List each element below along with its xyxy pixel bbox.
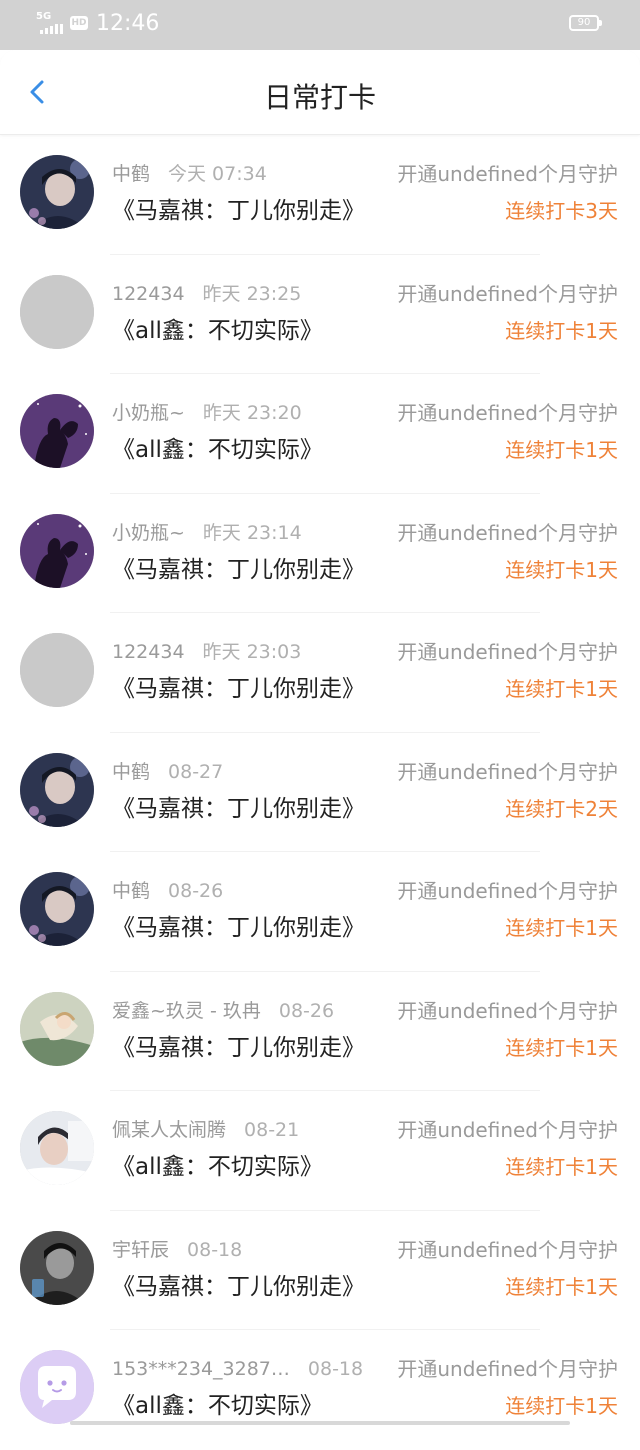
avatar[interactable] bbox=[20, 513, 94, 588]
streak-count: 连续打卡1天 bbox=[505, 677, 618, 701]
checkin-time: 昨天 23:25 bbox=[202, 282, 302, 305]
avatar[interactable] bbox=[20, 991, 94, 1066]
user-name[interactable]: 小奶瓶~ bbox=[112, 400, 185, 426]
avatar[interactable] bbox=[20, 872, 94, 946]
guard-info: 开通undefined个月守护 bbox=[397, 998, 618, 1023]
checkin-list: 中鹤 今天 07:34 开通undefined个月守护 《马嘉祺：丁儿你别走》 连续打卡… bbox=[0, 135, 640, 1450]
checkin-time: 08-27 bbox=[168, 760, 224, 783]
checkin-time: 08-21 bbox=[244, 1119, 300, 1141]
checkin-item[interactable]: 122434 昨天 23:25 开通undefined个月守护《all鑫：不切实际》… bbox=[0, 255, 640, 374]
checkin-item[interactable]: 小奶瓶~ 昨天 23:20 开通undefined个月守护《all鑫：不切实际》 连续… bbox=[0, 374, 640, 494]
user-name[interactable]: 中鹤 bbox=[112, 878, 150, 904]
avatar[interactable] bbox=[20, 633, 94, 707]
streak-count: 连续打卡2天 bbox=[505, 796, 618, 821]
avatar[interactable] bbox=[20, 274, 94, 349]
guard-info: 开通undefined个月守护 bbox=[397, 281, 618, 306]
user-name[interactable]: 小奶瓶~ bbox=[112, 520, 185, 546]
checkin-time: 昨天 23:14 bbox=[202, 521, 302, 544]
hd-icon: HD bbox=[70, 16, 88, 30]
user-name[interactable]: 122434 bbox=[112, 639, 185, 665]
guard-info: 开通undefined个月守护 bbox=[397, 401, 618, 425]
avatar[interactable] bbox=[20, 394, 94, 468]
user-name[interactable]: 中鹤 bbox=[112, 759, 150, 785]
guard-info: 开通undefined个月守护 bbox=[397, 1237, 618, 1262]
avatar[interactable] bbox=[20, 1230, 94, 1305]
guard-info: 开通undefined个月守护 bbox=[397, 1357, 618, 1381]
signal-icon: 5G bbox=[36, 12, 66, 34]
book-title[interactable]: 《all鑫：不切实际》 bbox=[112, 434, 323, 466]
checkin-item[interactable]: 中鹤 今天 07:34 开通undefined个月守护《马嘉祺：丁儿你别走》 连续打卡… bbox=[0, 135, 640, 255]
checkin-item[interactable]: 中鹤 08-27 开通undefined个月守护《马嘉祺：丁儿你别走》 连续打卡2天 bbox=[0, 733, 640, 852]
streak-count: 连续打卡1天 bbox=[505, 1394, 618, 1418]
checkin-time: 08-18 bbox=[307, 1358, 364, 1380]
streak-count: 连续打卡1天 bbox=[505, 1274, 618, 1299]
checkin-time: 今天 07:34 bbox=[168, 163, 267, 185]
book-title[interactable]: 《马嘉祺：丁儿你别走》 bbox=[112, 793, 365, 825]
guard-info: 开通undefined个月守护 bbox=[397, 879, 618, 903]
checkin-time: 08-26 bbox=[278, 999, 335, 1022]
streak-count: 连续打卡1天 bbox=[505, 438, 618, 462]
book-title[interactable]: 《马嘉祺：丁儿你别走》 bbox=[112, 673, 365, 705]
book-title[interactable]: 《马嘉祺：丁儿你别走》 bbox=[112, 1271, 365, 1303]
streak-count: 连续打卡1天 bbox=[505, 1035, 618, 1060]
book-title[interactable]: 《all鑫：不切实际》 bbox=[112, 315, 323, 347]
streak-count: 连续打卡1天 bbox=[505, 557, 618, 582]
user-name[interactable]: 153***234_3287… bbox=[112, 1356, 290, 1382]
guard-info: 开通undefined个月守护 bbox=[397, 640, 618, 664]
page-title: 日常打卡 bbox=[263, 81, 376, 114]
nav-bar: 日常打卡 bbox=[0, 50, 640, 134]
checkin-time: 08-26 bbox=[168, 880, 224, 902]
user-name[interactable]: 中鹤 bbox=[112, 161, 150, 187]
book-title[interactable]: 《马嘉祺：丁儿你别走》 bbox=[112, 912, 365, 944]
checkin-time: 昨天 23:03 bbox=[202, 641, 302, 663]
book-title[interactable]: 《马嘉祺：丁儿你别走》 bbox=[112, 195, 365, 227]
checkin-item[interactable]: 佩某人太闹腾 08-21 开通undefined个月守护《all鑫：不切实际》 连续打… bbox=[0, 1091, 640, 1211]
checkin-time: 昨天 23:20 bbox=[202, 402, 302, 424]
user-name[interactable]: 佩某人太闹腾 bbox=[112, 1117, 226, 1143]
user-name[interactable]: 宇轩辰 bbox=[112, 1237, 169, 1263]
guard-info: 开通undefined个月守护 bbox=[397, 759, 618, 784]
guard-info: 开通undefined个月守护 bbox=[397, 1118, 618, 1142]
home-indicator bbox=[70, 1421, 570, 1425]
guard-info: 开通undefined个月守护 bbox=[397, 162, 618, 186]
user-name[interactable]: 爱鑫~玖灵 - 玖冉 bbox=[112, 998, 261, 1024]
book-title[interactable]: 《马嘉祺：丁儿你别走》 bbox=[112, 554, 365, 586]
avatar[interactable] bbox=[20, 752, 94, 827]
status-bar: 5G HD 12:46 90 bbox=[0, 0, 640, 50]
streak-count: 连续打卡3天 bbox=[505, 199, 618, 223]
checkin-item[interactable]: 153***234_3287… 08-18 开通undefined个月守护《all鑫… bbox=[0, 1330, 640, 1450]
network-type: 5G bbox=[36, 11, 52, 22]
avatar[interactable] bbox=[20, 155, 94, 229]
checkin-item[interactable]: 小奶瓶~ 昨天 23:14 开通undefined个月守护《马嘉祺：丁儿你别走》 连续… bbox=[0, 494, 640, 613]
guard-info: 开通undefined个月守护 bbox=[397, 520, 618, 545]
book-title[interactable]: 《all鑫：不切实际》 bbox=[112, 1151, 323, 1183]
avatar[interactable] bbox=[20, 1111, 94, 1185]
status-time: 12:46 bbox=[96, 11, 160, 36]
streak-count: 连续打卡1天 bbox=[505, 1155, 618, 1179]
user-name[interactable]: 122434 bbox=[112, 281, 185, 307]
streak-count: 连续打卡1天 bbox=[505, 318, 618, 343]
avatar[interactable] bbox=[20, 1350, 94, 1424]
book-title[interactable]: 《马嘉祺：丁儿你别走》 bbox=[112, 1032, 365, 1064]
book-title[interactable]: 《all鑫：不切实际》 bbox=[112, 1390, 323, 1422]
checkin-item[interactable]: 宇轩辰 08-18 开通undefined个月守护《马嘉祺：丁儿你别走》 连续打卡1天 bbox=[0, 1211, 640, 1330]
streak-count: 连续打卡1天 bbox=[505, 916, 618, 940]
checkin-item[interactable]: 122434 昨天 23:03 开通undefined个月守护《马嘉祺：丁儿你别走》… bbox=[0, 613, 640, 733]
checkin-item[interactable]: 中鹤 08-26 开通undefined个月守护《马嘉祺：丁儿你别走》 连续打卡1天 bbox=[0, 852, 640, 972]
battery-icon: 90 bbox=[569, 15, 602, 31]
checkin-time: 08-18 bbox=[187, 1238, 243, 1261]
checkin-item[interactable]: 爱鑫~玖灵 - 玖冉 08-26 开通undefined个月守护《马嘉祺：丁儿你别走… bbox=[0, 972, 640, 1091]
